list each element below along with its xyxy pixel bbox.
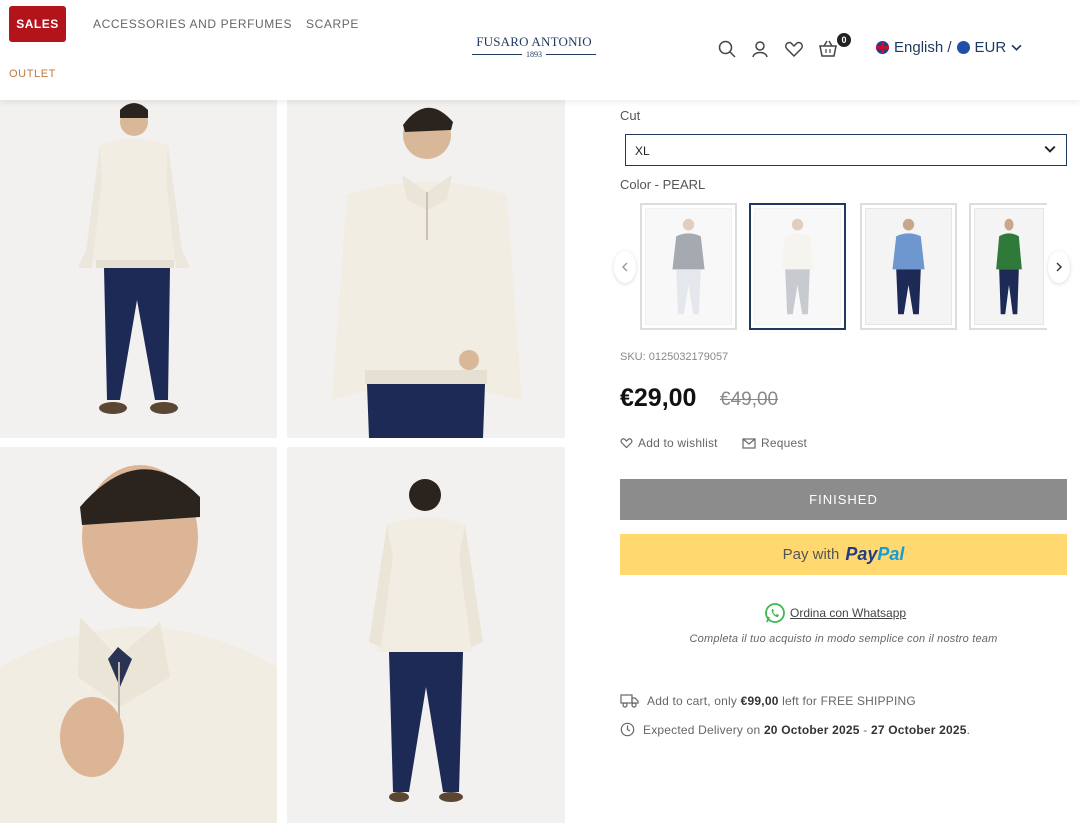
wishlist-label: Add to wishlist [638, 436, 718, 450]
delivery-separator: - [863, 722, 868, 737]
account-icon[interactable] [750, 39, 770, 59]
whatsapp-icon [765, 603, 785, 623]
original-price: €49,00 [720, 389, 779, 410]
site-header: SALES ACCESSORIES AND PERFUMES SCARPE OU… [0, 0, 1080, 100]
delivery-from-date: 20 October 2025 [763, 722, 860, 737]
current-price: €29,00 [620, 384, 697, 412]
logo-year-line: 1893 [472, 50, 596, 59]
paypal-logo: PayPal [845, 544, 905, 564]
uk-flag-icon [876, 41, 889, 54]
whatsapp-subtext: Completa il tuo acquisto in modo semplic… [689, 633, 998, 645]
paypal-prefix: Pay with [782, 546, 840, 563]
cut-select-value: XL [635, 144, 650, 158]
search-icon[interactable] [717, 39, 737, 59]
chevron-left-icon [622, 262, 628, 272]
language-label: English / [894, 39, 952, 56]
finished-button[interactable]: FINISHED [620, 479, 1067, 520]
cut-select[interactable]: XL [625, 134, 1067, 166]
paypal-button[interactable]: Pay with PayPal [620, 534, 1067, 575]
whatsapp-label: Ordina con Whatsapp [790, 606, 907, 620]
clock-icon [620, 722, 635, 737]
whatsapp-order-link[interactable]: Ordina con Whatsapp [764, 602, 906, 624]
shipping-remaining-amount: €99,00 [740, 693, 779, 708]
delivery-truck-icon [620, 694, 639, 708]
product-sku: SKU: 0125032179057 [620, 351, 729, 363]
wishlist-heart-icon[interactable] [784, 39, 804, 59]
swatch-next-button[interactable] [1048, 251, 1070, 283]
shipping-post-text: left for FREE SHIPPING [782, 693, 916, 708]
free-shipping-notice: Add to cart, only €99,00 left for FREE S… [620, 693, 916, 708]
eu-flag-icon [956, 41, 970, 54]
add-to-wishlist-link[interactable]: Add to wishlist [620, 436, 718, 450]
expected-delivery: Expected Delivery on 20 October 2025 - 2… [620, 722, 970, 737]
delivery-end: . [966, 722, 971, 737]
logo-name: FUSARO ANTONIO [476, 34, 592, 49]
product-photo-collar-detail[interactable] [0, 447, 277, 823]
request-link[interactable]: Request [742, 436, 807, 450]
brand-logo[interactable]: FUSARO ANTONIO 1893 [472, 34, 596, 59]
logo-year: 1893 [526, 50, 542, 59]
chevron-right-icon [1056, 262, 1062, 272]
nav-scarpe[interactable]: SCARPE [306, 17, 359, 31]
color-swatch-grey[interactable] [640, 203, 737, 330]
nav-accessories-perfumes[interactable]: ACCESSORIES AND PERFUMES [93, 17, 292, 31]
product-photo-back[interactable] [287, 447, 565, 823]
currency-label: EUR [974, 39, 1007, 56]
color-swatch-green[interactable] [969, 203, 1047, 330]
sales-button[interactable]: SALES [9, 6, 66, 42]
cart-basket-icon[interactable] [818, 39, 838, 59]
color-label: Color - PEARL [620, 177, 706, 192]
cart-count-badge: 0 [837, 33, 851, 47]
cut-label: Cut [620, 108, 641, 123]
heart-icon [620, 438, 633, 449]
shipping-pre-text: Add to cart, only [647, 693, 738, 708]
product-photo-front-closeup[interactable] [287, 100, 565, 438]
color-swatch-pearl[interactable] [749, 203, 846, 330]
color-swatch-light-blue[interactable] [860, 203, 957, 330]
envelope-icon [742, 437, 756, 449]
chevron-down-icon [1011, 44, 1022, 51]
nav-outlet[interactable]: OUTLET [9, 68, 56, 80]
language-currency-selector[interactable]: English / EUR [876, 39, 1022, 56]
request-label: Request [761, 436, 808, 450]
product-photo-front[interactable] [0, 100, 277, 438]
delivery-to-date: 27 October 2025 [870, 722, 967, 737]
delivery-pre-text: Expected Delivery on [643, 722, 761, 737]
swatch-prev-button[interactable] [614, 251, 636, 283]
chevron-down-icon [1044, 145, 1056, 153]
